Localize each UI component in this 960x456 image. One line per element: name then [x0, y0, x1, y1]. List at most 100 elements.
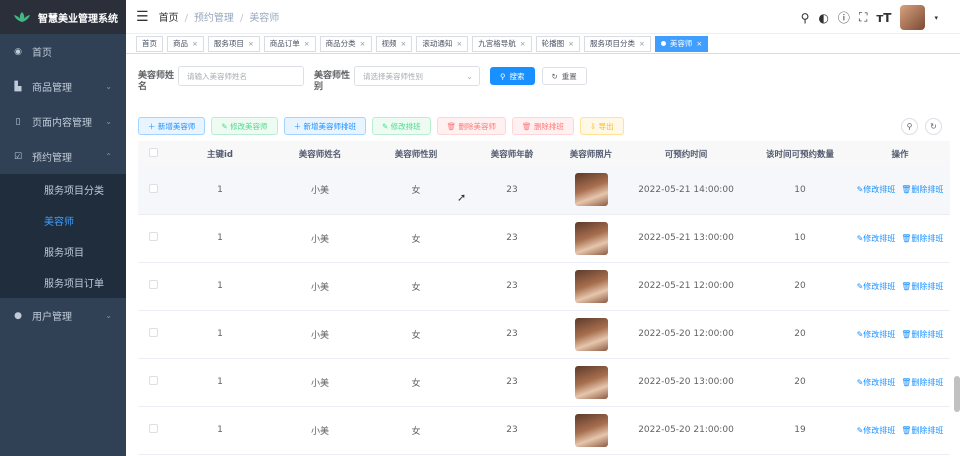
sidebar-item-goods[interactable]: ▙ 商品管理 ⌄	[0, 69, 126, 104]
avatar[interactable]	[900, 5, 926, 30]
tag-goods-category[interactable]: 商品分类 ×	[319, 35, 372, 52]
search-button[interactable]: ⚲ 搜索	[490, 67, 535, 85]
data-table: 主键id 美容师姓名 美容师性别 美容师年龄 美容师照片 可预约时间 该时间可预…	[138, 141, 950, 455]
gender-select[interactable]: 请选择美容师性别 ⌄	[354, 66, 480, 86]
beautician-photo[interactable]	[574, 269, 608, 303]
search-form: 美容师姓名 请输入美容师姓名 美容师性别 请选择美容师性别 ⌄ ⚲ 搜索 ↻ 重置	[138, 66, 594, 93]
cell-count: 10	[794, 233, 806, 243]
edit-schedule-link[interactable]: ✎修改排班	[857, 234, 896, 243]
caret-down-icon[interactable]: ▾	[934, 14, 938, 22]
close-icon[interactable]: ×	[248, 40, 254, 48]
edit-schedule-link[interactable]: ✎修改排班	[857, 426, 896, 435]
cell-time: 2022-05-20 13:00:00	[638, 377, 734, 387]
delete-schedule-link[interactable]: 🗑删除排班	[901, 426, 943, 435]
table-row[interactable]: 1 小美 女 23 2022-05-21 12:00:00 20 ✎修改排班 🗑删除排班	[138, 262, 950, 310]
chevron-down-icon: ⌄	[466, 71, 473, 81]
close-icon[interactable]: ×	[192, 40, 198, 48]
edit-schedule-link[interactable]: ✎修改排班	[857, 282, 896, 291]
name-input[interactable]: 请输入美容师姓名	[178, 66, 304, 86]
edit-schedule-link[interactable]: ✎修改排班	[857, 330, 896, 339]
hamburger-icon[interactable]: ☰	[136, 9, 149, 25]
close-icon[interactable]: ×	[456, 40, 462, 48]
breadcrumb-home[interactable]: 首页	[159, 13, 179, 24]
tag-beautician[interactable]: 美容师 ×	[654, 35, 709, 52]
edit-schedule-link[interactable]: ✎修改排班	[857, 378, 896, 387]
font-size-icon[interactable]: тT	[876, 11, 891, 25]
sidebar-item-booking[interactable]: ☑ 预约管理 ⌃	[0, 139, 126, 174]
beautician-photo[interactable]	[574, 317, 608, 351]
sidebar-sub-service[interactable]: 服务项目	[0, 236, 126, 267]
sidebar-item-label: 商品管理	[32, 83, 72, 94]
row-checkbox[interactable]	[148, 232, 158, 241]
table-row[interactable]: 1 小美 女 23 2022-05-21 13:00:00 10 ✎修改排班 🗑删除排班	[138, 214, 950, 262]
tag-video[interactable]: 视频 ×	[375, 35, 413, 52]
select-all-checkbox[interactable]	[148, 147, 158, 157]
close-icon[interactable]: ×	[304, 40, 310, 48]
tag-goods[interactable]: 商品 ×	[167, 35, 204, 52]
add-beautician-button[interactable]: ＋ 新增美容师	[138, 117, 206, 135]
beautician-photo[interactable]	[574, 221, 608, 255]
export-button[interactable]: ⇩ 导出	[579, 117, 624, 135]
app-logo[interactable]: 智慧美业管理系统	[0, 0, 126, 34]
cell-time: 2022-05-20 21:00:00	[638, 425, 734, 435]
table-row[interactable]: 1 小美 女 23 2022-05-20 21:00:00 19 ✎修改排班 🗑删除排班	[138, 406, 950, 454]
main-area: ☰ 首页 / 预约管理 / 美容师 ⚲ ◐ ⓘ ⛶ тT ▾ 首页 商品 × 服务项目 × …	[126, 0, 960, 456]
tag-service[interactable]: 服务项目 ×	[207, 35, 260, 52]
table-row[interactable]: 1 小美 女 23 2022-05-21 14:00:00 10 ✎修改排班 🗑删除排班	[138, 166, 950, 214]
delete-beautician-button[interactable]: 🗑 删除美容师	[436, 117, 507, 135]
table-row[interactable]: 1 小美 女 23 2022-05-20 12:00:00 20 ✎修改排班 🗑删除排班	[138, 310, 950, 358]
row-checkbox[interactable]	[148, 376, 158, 385]
tag-home[interactable]: 首页	[136, 35, 163, 52]
delete-schedule-link[interactable]: 🗑删除排班	[901, 234, 943, 243]
close-icon[interactable]: ×	[696, 40, 702, 48]
reset-button[interactable]: ↻ 重置	[541, 67, 587, 85]
edit-schedule-button[interactable]: ✎ 修改排班	[371, 117, 431, 135]
tag-notice[interactable]: 滚动通知 ×	[416, 35, 469, 52]
tag-service-category[interactable]: 服务项目分类 ×	[584, 35, 651, 52]
delete-schedule-link[interactable]: 🗑删除排班	[901, 282, 943, 291]
sidebar-item-content[interactable]: ▯ 页面内容管理 ⌄	[0, 104, 126, 139]
beautician-photo[interactable]	[574, 173, 608, 207]
edit-beautician-button[interactable]: ✎ 修改美容师	[211, 117, 278, 135]
row-checkbox[interactable]	[148, 280, 158, 289]
delete-schedule-link[interactable]: 🗑删除排班	[901, 378, 943, 387]
chevron-down-icon: ⌄	[105, 117, 112, 126]
sidebar-sub-service-category[interactable]: 服务项目分类	[0, 174, 126, 205]
help-icon[interactable]: ⓘ	[838, 9, 850, 26]
scrollbar[interactable]	[954, 376, 960, 412]
edit-schedule-link[interactable]: ✎修改排班	[857, 185, 896, 194]
tag-carousel[interactable]: 轮播图 ×	[535, 35, 580, 52]
table-row[interactable]: 1 小美 女 23 2022-05-20 13:00:00 20 ✎修改排班 🗑删除排班	[138, 358, 950, 406]
close-icon[interactable]: ×	[568, 40, 574, 48]
search-icon[interactable]: ⚲	[801, 11, 810, 25]
tag-goods-order[interactable]: 商品订单 ×	[263, 35, 316, 52]
tag-grid-nav[interactable]: 九宫格导航 ×	[472, 35, 532, 52]
sidebar-sub-service-order[interactable]: 服务项目订单	[0, 267, 126, 298]
sidebar-sub-beautician[interactable]: 美容师	[0, 205, 126, 236]
sidebar-item-users[interactable]: ● 用户管理 ⌄	[0, 298, 126, 333]
add-schedule-button[interactable]: ＋ 新增美容师排班	[283, 117, 366, 135]
beautician-photo[interactable]	[574, 413, 608, 447]
delete-schedule-button[interactable]: 🗑 删除排班	[512, 117, 574, 135]
close-icon[interactable]: ×	[520, 40, 526, 48]
toggle-search-icon[interactable]: ⚲	[901, 118, 918, 135]
cell-gender: 女	[411, 426, 421, 437]
cell-gender: 女	[411, 330, 421, 341]
row-checkbox[interactable]	[148, 424, 158, 433]
close-icon[interactable]: ×	[360, 40, 366, 48]
chevron-up-icon: ⌃	[105, 152, 112, 161]
refresh-icon[interactable]: ↻	[925, 118, 942, 135]
row-checkbox[interactable]	[148, 328, 158, 337]
cell-age: 23	[506, 377, 518, 387]
beautician-photo[interactable]	[574, 365, 608, 399]
row-checkbox[interactable]	[148, 183, 158, 193]
close-icon[interactable]: ×	[401, 40, 407, 48]
github-icon[interactable]: ◐	[818, 11, 828, 25]
tags-view: 首页 商品 × 服务项目 × 商品订单 × 商品分类 × 视频 × 滚动通知 × 九宫格导航…	[126, 34, 960, 54]
app-title: 智慧美业管理系统	[38, 13, 118, 25]
close-icon[interactable]: ×	[639, 40, 645, 48]
fullscreen-icon[interactable]: ⛶	[859, 10, 867, 25]
delete-schedule-link[interactable]: 🗑删除排班	[901, 185, 943, 194]
sidebar-item-home[interactable]: ◉ 首页	[0, 34, 126, 69]
delete-schedule-link[interactable]: 🗑删除排班	[901, 330, 943, 339]
